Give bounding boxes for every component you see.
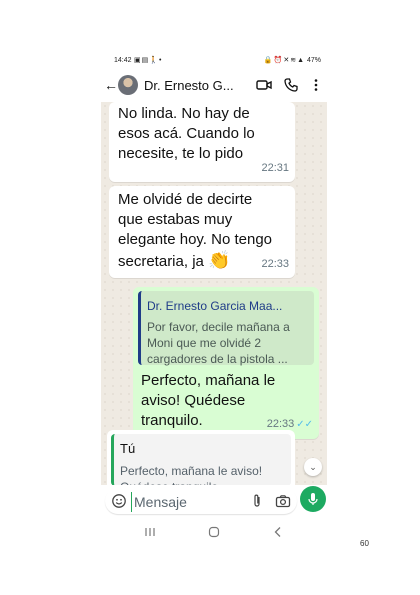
- quote-text: Por favor, decile mañana a Moni que me o…: [147, 320, 290, 366]
- incoming-message[interactable]: Me olvidé de decirte que estabas muy ele…: [109, 186, 295, 278]
- status-time: 14:42: [114, 57, 132, 64]
- message-input[interactable]: [131, 492, 246, 512]
- reply-preview[interactable]: Tú Perfecto, mañana le aviso! Quédese tr…: [111, 434, 291, 485]
- gallery-icon: ▣: [134, 57, 142, 64]
- clapping-hands-emoji: 👏: [208, 250, 231, 270]
- phone-screenshot: 14:42 ▣▤🚶• 🔒⏰✕≋▲ 47% ← Dr. Ernesto G... …: [101, 48, 327, 548]
- quote-author: Dr. Ernesto Garcia Maa...: [147, 299, 283, 313]
- phone-icon[interactable]: [283, 77, 299, 93]
- scroll-down-button[interactable]: ⌄: [304, 458, 322, 476]
- status-right-icons: 🔒⏰✕≋▲: [264, 56, 305, 64]
- reply-text: Perfecto, mañana le aviso! Quédese tranq…: [120, 464, 263, 485]
- message-text: Perfecto, mañana le aviso! Quédese tranq…: [141, 372, 276, 429]
- double-chevron-down-icon: ⌄: [309, 462, 317, 472]
- quoted-message[interactable]: Dr. Ernesto Garcia Maa... Por favor, dec…: [138, 291, 314, 366]
- message-time-value: 22:33: [266, 418, 295, 430]
- page-number: 60: [360, 539, 369, 548]
- camera-icon[interactable]: [275, 493, 291, 509]
- status-bar: 14:42 ▣▤🚶• 🔒⏰✕≋▲ 47%: [101, 54, 327, 68]
- dot-icon: •: [158, 57, 163, 64]
- message-composer: [105, 488, 297, 514]
- microphone-icon: [308, 493, 318, 505]
- navigation-bar: [101, 520, 327, 544]
- chat-area[interactable]: No linda. No hay de esos acá. Cuando lo …: [101, 102, 327, 485]
- back-nav-icon[interactable]: [271, 525, 285, 539]
- attach-icon[interactable]: [249, 493, 265, 509]
- signal-icon: ▲: [297, 57, 305, 64]
- chat-header: ← Dr. Ernesto G...: [101, 72, 327, 102]
- home-icon[interactable]: [207, 525, 221, 539]
- status-left-icons: ▣▤🚶•: [134, 56, 162, 64]
- back-arrow-icon[interactable]: ←: [104, 77, 118, 93]
- voice-message-button[interactable]: [300, 486, 326, 512]
- message-text: No linda. No hay de esos acá. Cuando lo …: [118, 105, 255, 162]
- contact-name[interactable]: Dr. Ernesto G...: [144, 78, 234, 93]
- reply-preview-panel[interactable]: Tú Perfecto, mañana le aviso! Quédese tr…: [107, 430, 295, 485]
- sticker-icon[interactable]: [111, 493, 127, 509]
- message-time: 22:33: [261, 258, 289, 270]
- read-ticks-icon: ✓✓: [296, 419, 313, 430]
- message-body: Me olvidé de decirte que estabas muy ele…: [118, 191, 273, 270]
- message-time: 22:31: [261, 162, 289, 174]
- outgoing-message[interactable]: Dr. Ernesto Garcia Maa... Por favor, dec…: [133, 287, 319, 439]
- incoming-message[interactable]: No linda. No hay de esos acá. Cuando lo …: [109, 102, 295, 182]
- more-options-icon[interactable]: [308, 77, 324, 93]
- alarm-icon: ⏰: [273, 57, 284, 64]
- video-call-icon[interactable]: [256, 77, 272, 93]
- lock-icon: 🔒: [263, 57, 274, 64]
- battery-level: 47%: [306, 57, 321, 64]
- message-text: Me olvidé de decirte que estabas muy ele…: [118, 190, 278, 272]
- walk-icon: 🚶: [149, 57, 159, 64]
- recents-icon[interactable]: [143, 525, 157, 539]
- avatar[interactable]: [118, 75, 138, 95]
- reply-author: Tú: [120, 441, 136, 456]
